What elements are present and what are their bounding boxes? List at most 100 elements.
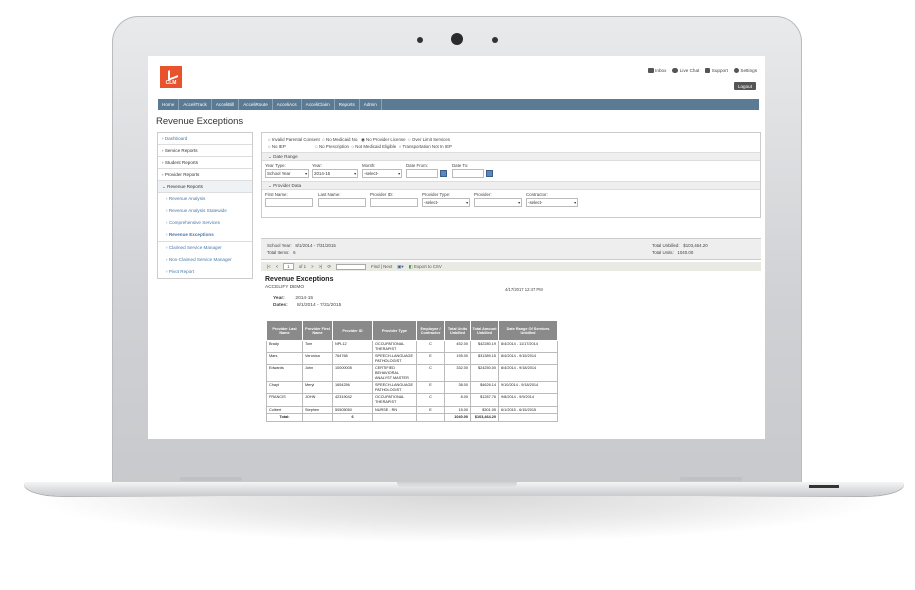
provider-data-header[interactable]: ⌄ Provider Data [262, 181, 760, 190]
radio-over-limit-services[interactable]: ○ Over Limit Services [408, 137, 450, 142]
year-label: Year: [312, 163, 323, 168]
radio-no-prescription[interactable]: ○ No Prescription [315, 144, 349, 149]
table-cell: C [416, 339, 445, 354]
col-provider-type[interactable]: Provider Type [372, 320, 417, 341]
date-to-input[interactable] [452, 169, 484, 178]
col-total-units[interactable]: Total Units Unbilled [444, 320, 471, 341]
sidebar-sub-pivot-report[interactable]: › Pivot Report [158, 266, 252, 278]
table-cell: John [302, 364, 333, 383]
camera-dot-left [417, 37, 423, 43]
table-cell: Stephen [302, 405, 333, 415]
radio-not-medicaid-eligible[interactable]: ○ Not Medicaid Eligible [351, 144, 396, 149]
radio-no-iep[interactable]: ○ No IEP [268, 144, 286, 149]
provider-type-select[interactable]: -select- ▾ [422, 198, 470, 207]
month-label: Month: [362, 163, 376, 168]
report-timestamp: 4/17/2017 12:47 PM [505, 287, 543, 292]
sidebar-item-service-reports[interactable]: › Service Reports [158, 145, 252, 157]
nav-acceliroute[interactable]: AcceliRoute [239, 99, 273, 110]
sidebar-item-revenue-reports[interactable]: ⌄ Revenue Reports [158, 181, 252, 193]
date-from-input[interactable] [406, 169, 438, 178]
table-cell: 8/4/2014 - 9/18/2014 [498, 364, 558, 383]
radio-no-provider-license[interactable]: ◉ No Provider License [361, 137, 406, 142]
table-cell: 6/1/2015 - 6/15/2015 [498, 405, 558, 415]
table-header-row: Provider Last Name Provider First Name P… [266, 320, 558, 341]
calendar-icon[interactable] [440, 170, 447, 177]
find-input[interactable] [336, 263, 367, 270]
sidebar-sub-revenue-analysis-statewide[interactable]: › Revenue Analysis Statewide [158, 205, 252, 217]
col-total-amount[interactable]: Total Amount Unbilled [470, 320, 499, 341]
laptop-shadow [40, 496, 880, 542]
prev-page-button[interactable]: < [276, 264, 279, 269]
table-cell: 38.00 [444, 381, 471, 395]
col-first-name[interactable]: Provider First Name [302, 320, 333, 341]
page-number-input[interactable]: 1 [283, 263, 294, 270]
report-toolbar: |< < 1 of 1 > >| ⟳ Find | Next ▣▾ ◧ Expo… [261, 262, 761, 271]
sidebar-item-student-reports[interactable]: › Student Reports [158, 157, 252, 169]
find-next-link[interactable]: Find | Next [371, 264, 392, 269]
radio-no-medicaid-no[interactable]: ○ No Medicaid No. [322, 137, 358, 142]
sidebar-sub-revenue-exceptions[interactable]: › Revenue Exceptions [158, 229, 252, 242]
nav-home[interactable]: Home [158, 99, 180, 110]
table-cell: 8/4/2014 - 11/17/2014 [498, 339, 558, 354]
camera-lens [451, 33, 463, 45]
table-cell: C [416, 364, 445, 383]
refresh-icon[interactable]: ⟳ [327, 264, 331, 270]
radio-invalid-parental-consent[interactable]: ○ Invalid Parental Consent [268, 137, 320, 142]
first-name-input[interactable] [265, 198, 313, 207]
sidebar-item-provider-reports[interactable]: › Provider Reports [158, 169, 252, 181]
provider-type-label: Provider Type: [422, 192, 451, 197]
provider-select[interactable]: ▾ [474, 198, 522, 207]
date-range-header[interactable]: ⌄ Date Range [262, 152, 760, 161]
check-row-1: ○ Invalid Parental Consent ○ No Medicaid… [268, 137, 450, 143]
year-type-select[interactable]: School Year ▾ [265, 169, 309, 178]
col-provider-id[interactable]: Provider ID [332, 320, 373, 341]
table-cell: SPEECH-LANGUAGE PATHOLOGIST [372, 352, 417, 366]
contractor-select[interactable]: -select- ▾ [526, 198, 578, 207]
provider-id-input[interactable] [370, 198, 418, 207]
support-link[interactable]: Support [705, 68, 728, 73]
clm-logo[interactable]: CLM [160, 66, 182, 88]
total-unbilled-summary: Total Unbilled: $103,464.20 [652, 243, 708, 248]
inbox-link[interactable]: Inbox [647, 68, 666, 73]
sidebar-item-dashboard[interactable]: › Dashboard [158, 133, 252, 145]
table-cell: $4626.14 [470, 381, 499, 395]
nav-reports[interactable]: Reports [335, 99, 360, 110]
sidebar-sub-comprehensive-services[interactable]: › Comprehensive Services [158, 217, 252, 229]
nav-acceliclaim[interactable]: AcceliClaim [302, 99, 335, 110]
month-select[interactable]: -select- ▾ [362, 169, 402, 178]
sidebar-sub-non-claimed-service-manager[interactable]: › Non-Claimed Service Manager [158, 254, 252, 266]
table-cell: NURSE - RN [372, 405, 417, 415]
live-chat-link[interactable]: Live Chat [672, 68, 699, 73]
sidebar-sub-claimed-service-manager[interactable]: › Claimed Service Manager [158, 242, 252, 254]
col-last-name[interactable]: Provider Last Name [266, 320, 303, 341]
report-dates: Dates: 8/1/2014 - 7/31/2015 [273, 303, 342, 308]
table-cell: SPEECH-LANGUAGE PATHOLOGIST [372, 381, 417, 395]
table-cell: 15.00 [444, 405, 471, 415]
table-total-row: Total: 6 1040.00 $103,464.20 [266, 413, 558, 422]
last-page-button[interactable]: >| [319, 264, 323, 269]
export-csv-button[interactable]: ◧ Export to CSV [409, 264, 442, 270]
table-row: Colbert Stephen 50505050 NURSE - RN E 15.00 $3… [266, 405, 558, 415]
school-year-summary: School Year: 8/1/2014 - 7/31/2015 [267, 243, 336, 248]
calendar-icon[interactable] [486, 170, 493, 177]
table-total-cell [416, 413, 445, 422]
year-select[interactable]: 2014-15 ▾ [312, 169, 358, 178]
table-cell: 9/8/2014 - 9/9/2014 [498, 393, 558, 407]
save-icon[interactable]: ▣▾ [397, 264, 403, 270]
logout-button[interactable]: Logout [733, 82, 756, 90]
nav-accelitrack[interactable]: AcceliTrack [179, 99, 212, 110]
nav-accelibill[interactable]: AcceliBill [212, 99, 240, 110]
sidebar-sub-revenue-analysis[interactable]: › Revenue Analysis [158, 193, 252, 205]
first-page-button[interactable]: |< [267, 264, 271, 269]
page-count: of 1 [298, 264, 307, 269]
laptop-base [24, 482, 904, 496]
next-page-button[interactable]: > [311, 264, 314, 269]
radio-transportation-not-in-iep[interactable]: ○ Transportation Not In IEP [399, 144, 452, 149]
nav-admin[interactable]: Admin [360, 99, 382, 110]
nav-acceliacs[interactable]: AcceliAcs [273, 99, 302, 110]
col-employee-contractor[interactable]: Employee / Contractor [416, 320, 445, 341]
last-name-input[interactable] [318, 198, 366, 207]
settings-link[interactable]: Settings [733, 68, 757, 73]
col-date-range[interactable]: Date Range Of Services Unbilled [498, 320, 558, 341]
main-content: ○ Invalid Parental Consent ○ No Medicaid… [261, 132, 761, 422]
